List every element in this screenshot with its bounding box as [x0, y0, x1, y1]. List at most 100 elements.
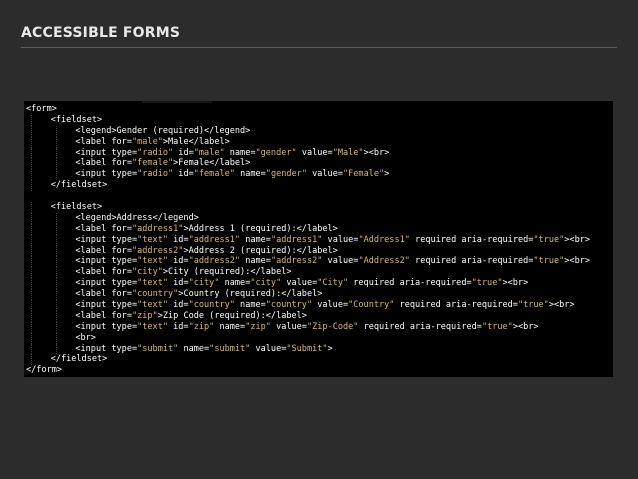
indent-guide	[51, 321, 76, 333]
markup-text: <label for=	[75, 245, 132, 256]
indent-guide	[26, 267, 51, 279]
code-line: <form>	[26, 104, 590, 115]
attribute-value: "true"	[471, 278, 503, 289]
indent-guide	[26, 212, 51, 224]
indent-guide	[51, 136, 76, 148]
code-line: <legend>Gender (required)</legend>	[26, 125, 590, 137]
markup-text: name=	[178, 343, 210, 354]
indent-guide	[51, 332, 76, 344]
indent-guide	[51, 147, 76, 159]
attribute-value: "text"	[137, 234, 168, 245]
code-line-text: </fieldset>	[51, 180, 108, 190]
markup-text: name=	[234, 300, 266, 311]
markup-text: ><br>	[564, 256, 591, 267]
attribute-value: "address2"	[131, 245, 184, 256]
code-line: <input type="text" id="address1" name="a…	[26, 234, 590, 246]
code-line-text: <label for="address1">Address 1 (require…	[75, 224, 337, 234]
markup-text: id=	[173, 147, 194, 158]
markup-text: >Male</label>	[162, 136, 230, 147]
markup-text: name=	[224, 147, 256, 158]
code-line-text: <input type="radio" id="male" name="gend…	[75, 148, 389, 158]
markup-text: >City (required):</label>	[162, 267, 292, 278]
indent-guide	[51, 212, 76, 224]
markup-text: <fieldset>	[50, 114, 103, 125]
attribute-value: "zip"	[245, 321, 271, 332]
markup-text: value=	[270, 321, 307, 332]
attribute-value: "text"	[137, 300, 168, 311]
code-line-text: <label for="male">Male</label>	[75, 137, 229, 147]
code-line-text: <input type="text" id="address1" name="a…	[75, 235, 590, 245]
markup-text: value=	[306, 169, 343, 180]
markup-text: value=	[322, 256, 359, 267]
code-line-text: <fieldset>	[51, 202, 102, 212]
markup-text: <label for=	[75, 289, 132, 300]
markup-text: value=	[281, 278, 318, 289]
code-line: <legend>Address</legend>	[26, 212, 590, 224]
code-line: <input type="submit" name="submit" value…	[26, 343, 590, 355]
attribute-value: "Male"	[332, 147, 364, 158]
code-block: <form> <fieldset> <legend>Gender (required…	[24, 101, 613, 377]
code-line: <input type="text" id="address2" name="a…	[26, 256, 590, 268]
attribute-value: "Submit"	[286, 343, 328, 354]
indent-guide	[51, 158, 76, 170]
attribute-value: "address2"	[188, 256, 241, 267]
indent-guide	[26, 278, 51, 290]
indent-guide	[51, 289, 76, 300]
markup-text: value=	[322, 234, 359, 245]
attribute-value: "true"	[533, 234, 565, 245]
indent-guide	[26, 300, 51, 311]
indent-guide	[26, 125, 51, 137]
code-line: <input type="text" id="city" name="city"…	[26, 278, 590, 290]
attribute-value: "Zip-Code"	[306, 321, 359, 332]
code-line: <br>	[26, 332, 590, 344]
markup-text: <input type=	[75, 169, 138, 180]
markup-text: required aria-required=	[394, 300, 518, 311]
code-line-text: <input type="radio" id="female" name="ge…	[75, 169, 389, 179]
code-line: <input type="radio" id="female" name="ge…	[26, 169, 590, 181]
attribute-value: "gender"	[255, 147, 297, 158]
indent-guide	[51, 267, 76, 279]
markup-text: ><br>	[564, 234, 591, 245]
attribute-value: "text"	[137, 256, 168, 267]
markup-text: >Address 2 (required):</label>	[183, 245, 338, 256]
code-line-text: <input type="text" id="address2" name="a…	[75, 256, 590, 266]
indent-guide	[26, 332, 51, 344]
markup-text: name=	[219, 278, 251, 289]
attribute-value: "gender"	[265, 169, 307, 180]
indent-guide	[26, 169, 51, 181]
attribute-value: "City"	[317, 278, 349, 289]
markup-text: >Address 1 (required):</label>	[183, 223, 338, 234]
indent-guide	[26, 354, 51, 366]
attribute-value: "true"	[533, 256, 565, 267]
code-line-text: </fieldset>	[51, 354, 108, 364]
markup-text: >Female</label>	[173, 158, 251, 169]
code-line-text: <label for="female">Female</label>	[75, 158, 250, 168]
code-line: <label for="address2">Address 2 (require…	[26, 245, 590, 257]
indent-guide	[26, 234, 51, 246]
indent-guide	[26, 202, 51, 213]
markup-text: ><br>	[363, 147, 390, 158]
indent-guide	[26, 310, 51, 322]
attribute-value: "radio"	[137, 169, 174, 180]
attribute-value: "text"	[137, 278, 168, 289]
code-line-text: <legend>Gender (required)</legend>	[75, 126, 250, 136]
markup-text: <input type=	[75, 278, 138, 289]
code-line: <input type="text" id="zip" name="zip" v…	[26, 321, 590, 333]
indent-guide	[26, 256, 51, 268]
attribute-value: "city"	[131, 267, 163, 278]
code-line: <label for="country">Country (required):…	[26, 289, 590, 300]
markup-text: id=	[168, 321, 189, 332]
attribute-value: "Female"	[343, 169, 385, 180]
code-line-text: <input type="text" id="country" name="co…	[75, 300, 574, 310]
code-line-text: <label for="country">Country (required):…	[75, 289, 322, 299]
attribute-value: "male"	[131, 136, 163, 147]
attribute-value: "address1"	[131, 223, 184, 234]
markup-text: name=	[214, 321, 246, 332]
markup-text: id=	[168, 234, 189, 245]
code-line: </form>	[26, 365, 590, 376]
markup-text: id=	[173, 169, 194, 180]
code-line-text: <label for="address2">Address 2 (require…	[75, 246, 337, 256]
markup-text: </fieldset>	[50, 354, 108, 365]
code-line: <input type="text" id="country" name="co…	[26, 300, 590, 311]
markup-text: id=	[168, 278, 189, 289]
